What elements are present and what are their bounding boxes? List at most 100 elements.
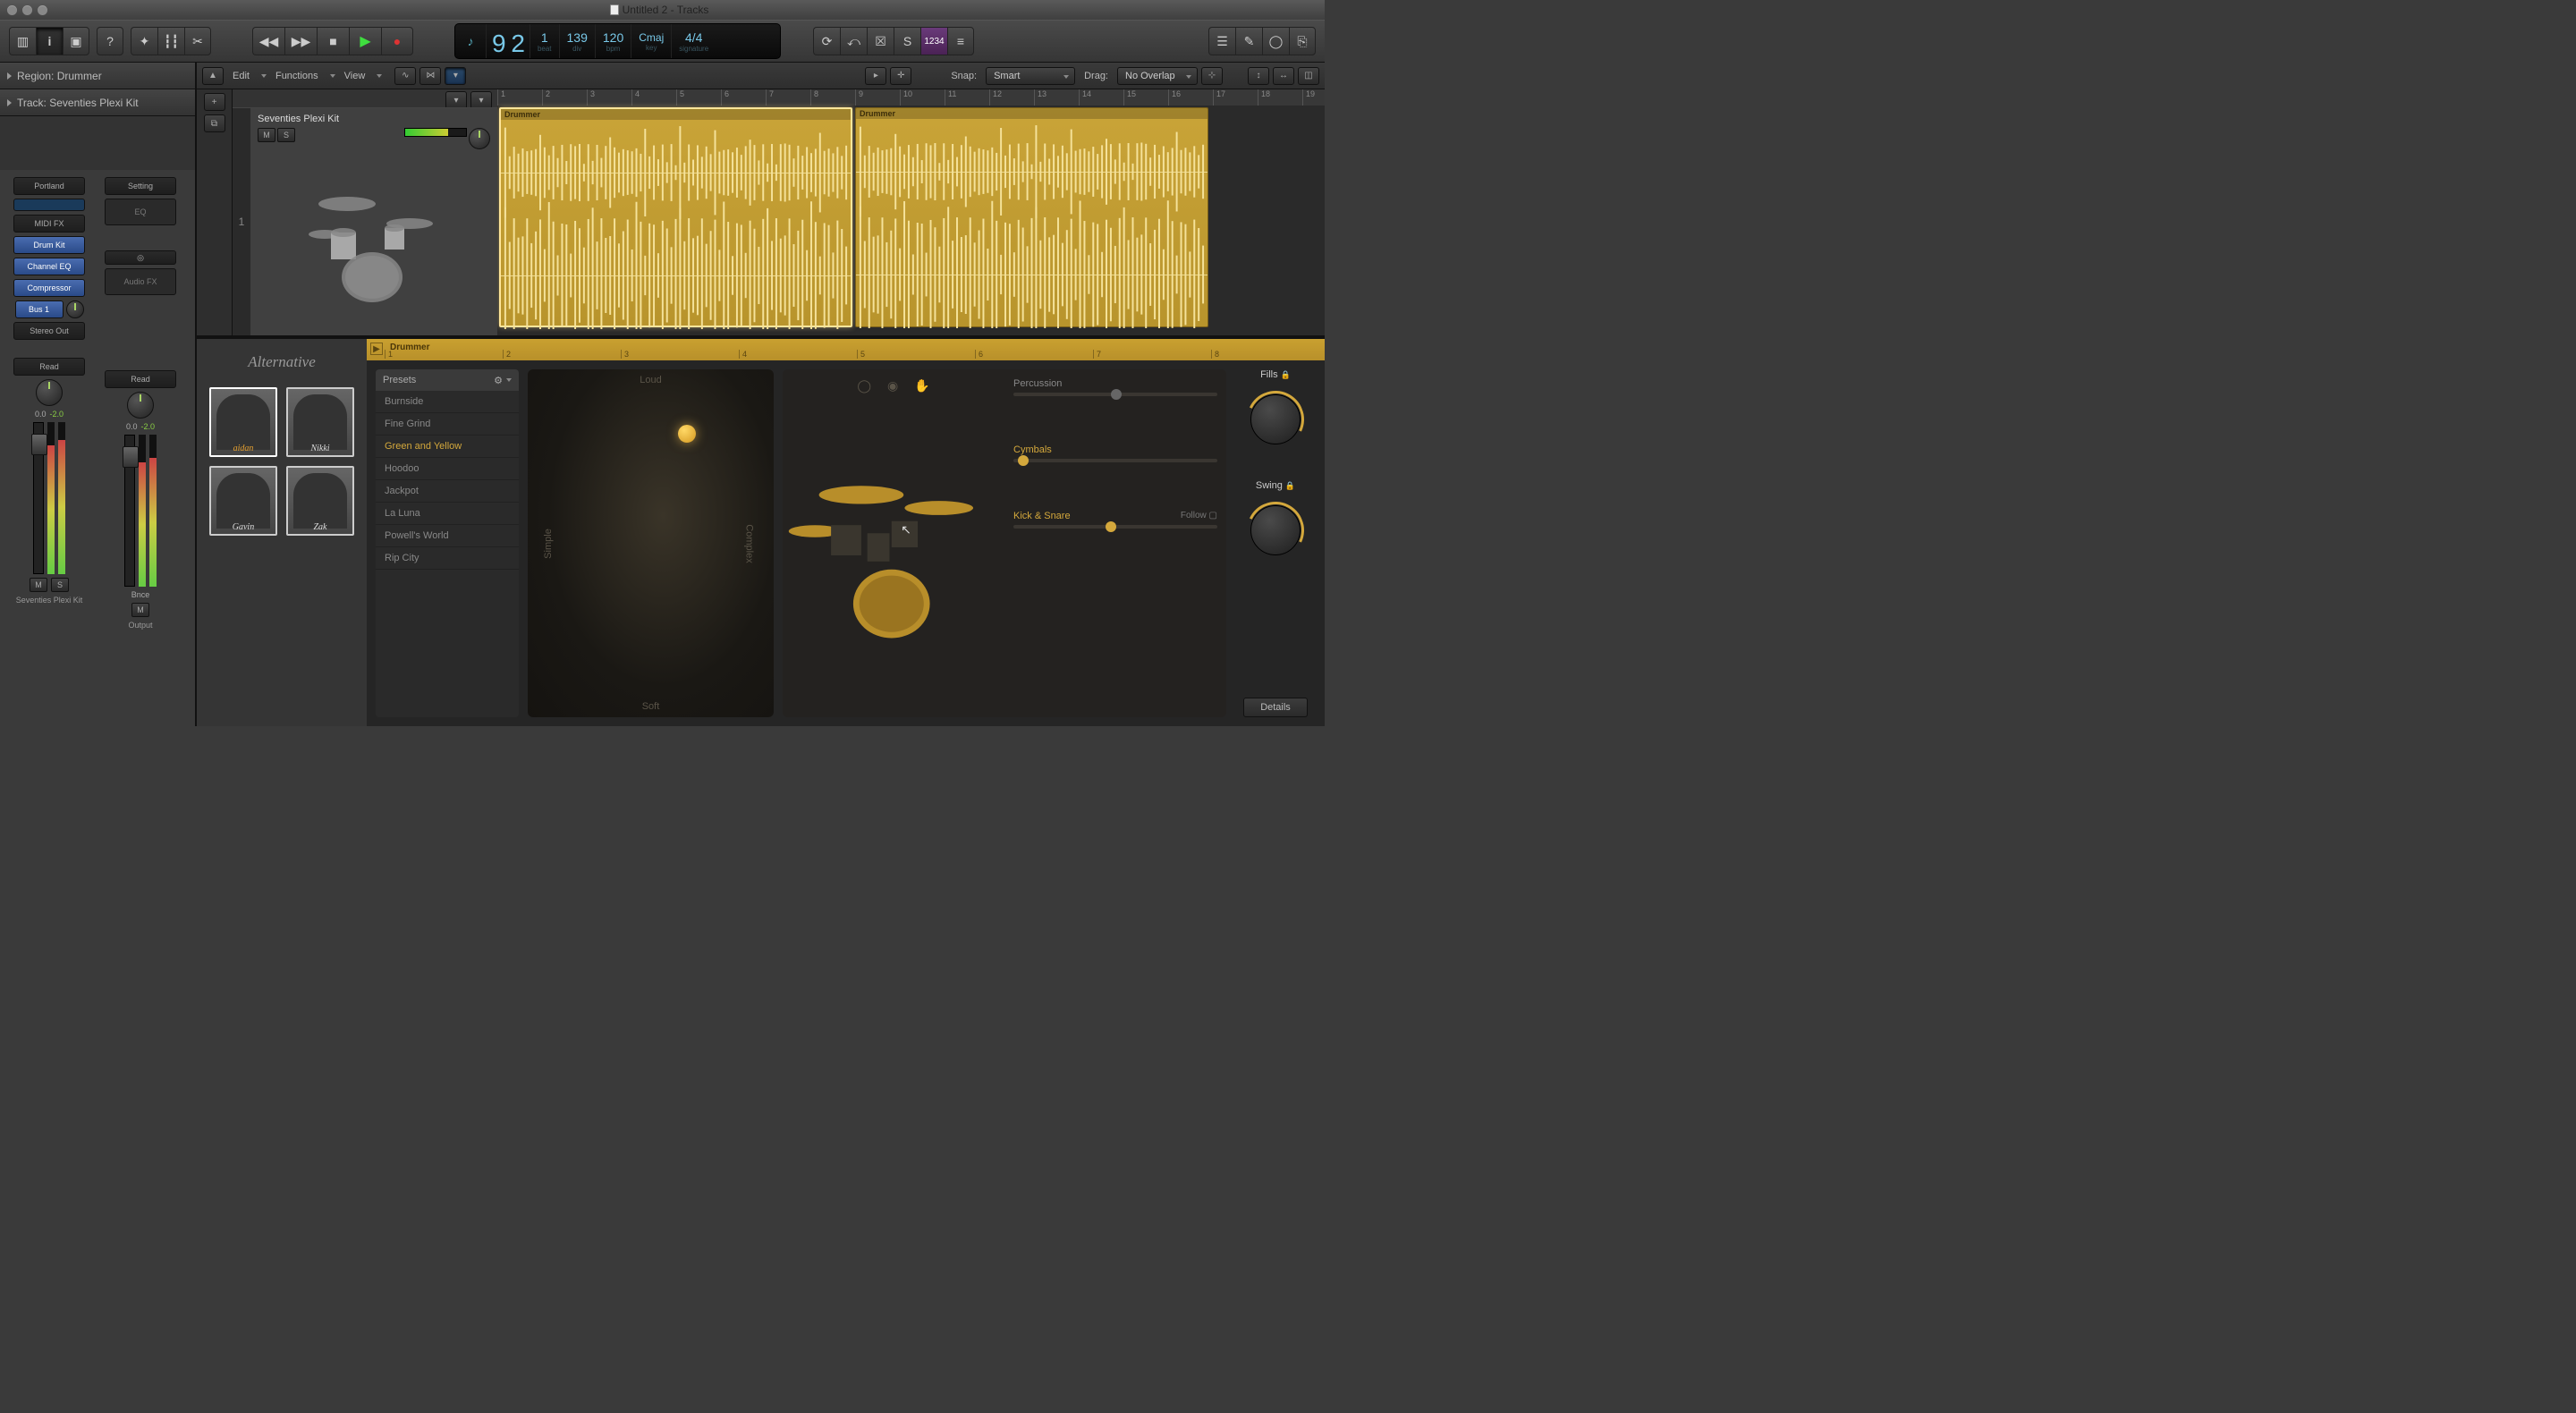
- track-volume-slider[interactable]: [404, 128, 467, 137]
- track-mute[interactable]: M: [258, 128, 275, 142]
- drag-dropdown[interactable]: No Overlap: [1117, 67, 1198, 85]
- zoom-button[interactable]: ◫: [1298, 67, 1319, 85]
- follow-checkbox[interactable]: ▢: [1209, 511, 1217, 520]
- setting-slot[interactable]: Setting: [105, 177, 176, 195]
- preset-item[interactable]: Green and Yellow: [376, 436, 519, 458]
- solo-button[interactable]: S: [51, 578, 69, 592]
- flex-button[interactable]: ⋈: [419, 67, 441, 85]
- track-header[interactable]: 1 Seventies Plexi Kit M S: [233, 107, 497, 335]
- window-close[interactable]: [7, 5, 17, 15]
- cymbals-slider[interactable]: [1013, 459, 1217, 462]
- chevron-down-icon[interactable]: [506, 378, 512, 382]
- library-button[interactable]: ▥: [9, 27, 36, 55]
- shaker-icon[interactable]: ◉: [887, 378, 898, 393]
- region-drummer-1[interactable]: Drummer: [499, 107, 852, 327]
- drummer-card[interactable]: aidan: [209, 387, 277, 457]
- replace-button[interactable]: ⤺: [840, 27, 867, 55]
- toolbar-btn-a[interactable]: ✦: [131, 27, 157, 55]
- eq-slot[interactable]: EQ: [105, 199, 176, 225]
- preset-item[interactable]: Rip City: [376, 547, 519, 570]
- swing-knob[interactable]: [1250, 505, 1301, 555]
- record-button[interactable]: ●: [381, 27, 413, 55]
- instrument-slot[interactable]: Drum Kit: [13, 236, 85, 254]
- timeline-ruler[interactable]: 12345678910111213141516171819: [497, 89, 1325, 106]
- track-inspector-header[interactable]: Track: Seventies Plexi Kit: [0, 89, 195, 116]
- zoom-horiz[interactable]: ↔: [1273, 67, 1294, 85]
- automation-button[interactable]: ∿: [394, 67, 416, 85]
- solo-button[interactable]: S: [894, 27, 920, 55]
- arrange-area[interactable]: 12345678910111213141516171819 Drummer Dr…: [497, 89, 1325, 335]
- lcd-display[interactable]: ♪ 9 2 1beat 139div 120bpm Cmajkey 4/4sig…: [454, 23, 781, 59]
- output-slot[interactable]: Stereo Out: [13, 322, 85, 340]
- pan-knob[interactable]: [36, 379, 63, 406]
- edit-menu[interactable]: Edit: [227, 71, 255, 81]
- stereo-icon[interactable]: ◎: [105, 250, 176, 265]
- view-menu[interactable]: View: [339, 71, 371, 81]
- lock-icon[interactable]: 🔒: [1281, 370, 1291, 379]
- help-button[interactable]: ?: [97, 27, 123, 55]
- functions-menu[interactable]: Functions: [270, 71, 324, 81]
- region-inspector-header[interactable]: Region: Drummer: [0, 63, 195, 89]
- preset-item[interactable]: Burnside: [376, 391, 519, 413]
- send-slot[interactable]: Bus 1: [15, 300, 64, 318]
- eq-thumb[interactable]: [13, 199, 85, 211]
- global-tracks[interactable]: ▾: [470, 91, 492, 109]
- audiofx-slot[interactable]: Audio FX: [105, 268, 176, 295]
- region-drummer-2[interactable]: Drummer: [855, 107, 1208, 327]
- marquee-tool[interactable]: ✛: [890, 67, 911, 85]
- kick-snare-slider[interactable]: [1013, 525, 1217, 529]
- track-pan-knob[interactable]: [469, 128, 490, 149]
- preset-item[interactable]: Jackpot: [376, 480, 519, 503]
- play-button[interactable]: ▶: [349, 27, 381, 55]
- snap-dropdown[interactable]: Smart: [986, 67, 1075, 85]
- tambourine-icon[interactable]: ◯: [857, 378, 871, 393]
- drummer-card[interactable]: Zak: [286, 466, 354, 536]
- lock-icon[interactable]: 🔒: [1285, 481, 1295, 490]
- preset-item[interactable]: Fine Grind: [376, 413, 519, 436]
- preset-item[interactable]: Powell's World: [376, 525, 519, 547]
- waveform-zoom[interactable]: ⊹: [1201, 67, 1223, 85]
- cycle-button[interactable]: ⟳: [813, 27, 840, 55]
- loops-button[interactable]: ◯: [1262, 27, 1289, 55]
- automation-mode[interactable]: Read: [13, 358, 85, 376]
- count-in-button[interactable]: 1234: [920, 27, 947, 55]
- preset-item[interactable]: Hoodoo: [376, 458, 519, 480]
- audiofx-slot-2[interactable]: Compressor: [13, 279, 85, 297]
- gear-icon[interactable]: ⚙: [494, 375, 503, 386]
- inspector-button[interactable]: i: [36, 27, 63, 55]
- toolbar-btn-scissors[interactable]: ✂: [184, 27, 211, 55]
- catch-button[interactable]: ▾: [445, 67, 466, 85]
- bounce-label[interactable]: Bnce: [131, 590, 150, 599]
- stop-button[interactable]: ■: [317, 27, 349, 55]
- xy-pad[interactable]: Loud Soft Simple Complex: [528, 369, 774, 717]
- handclap-icon[interactable]: ✋: [914, 378, 929, 393]
- add-track-button[interactable]: +: [204, 93, 225, 111]
- forward-button[interactable]: ▶▶: [284, 27, 317, 55]
- sync-button[interactable]: ≡: [947, 27, 974, 55]
- fills-knob[interactable]: [1250, 394, 1301, 444]
- drummer-card[interactable]: Nikki: [286, 387, 354, 457]
- editor-ruler[interactable]: ▶ Drummer 12345678: [367, 339, 1325, 360]
- drummer-card[interactable]: Gavin: [209, 466, 277, 536]
- pointer-tool[interactable]: ▸: [865, 67, 886, 85]
- window-zoom[interactable]: [38, 5, 47, 15]
- quick-help-button[interactable]: ▣: [63, 27, 89, 55]
- notepad-button[interactable]: ✎: [1235, 27, 1262, 55]
- track-solo[interactable]: S: [277, 128, 295, 142]
- mute-button[interactable]: M: [131, 603, 149, 617]
- automation-mode[interactable]: Read: [105, 370, 176, 388]
- mute-button[interactable]: M: [30, 578, 47, 592]
- preset-item[interactable]: La Luna: [376, 503, 519, 525]
- zoom-vert[interactable]: ↕: [1248, 67, 1269, 85]
- list-editors-button[interactable]: ☰: [1208, 27, 1235, 55]
- kit-visualizer[interactable]: ◯ ◉ ✋: [783, 369, 1004, 717]
- window-minimize[interactable]: [22, 5, 32, 15]
- rewind-button[interactable]: ◀◀: [252, 27, 284, 55]
- autopunch-button[interactable]: ☒: [867, 27, 894, 55]
- preset-slot[interactable]: Portland: [13, 177, 85, 195]
- toolbar-btn-mixer[interactable]: ┇┇: [157, 27, 184, 55]
- percussion-slider[interactable]: [1013, 393, 1217, 396]
- volume-fader[interactable]: [124, 435, 135, 587]
- xy-puck[interactable]: [678, 425, 696, 443]
- track-header-config[interactable]: ▾: [445, 91, 467, 109]
